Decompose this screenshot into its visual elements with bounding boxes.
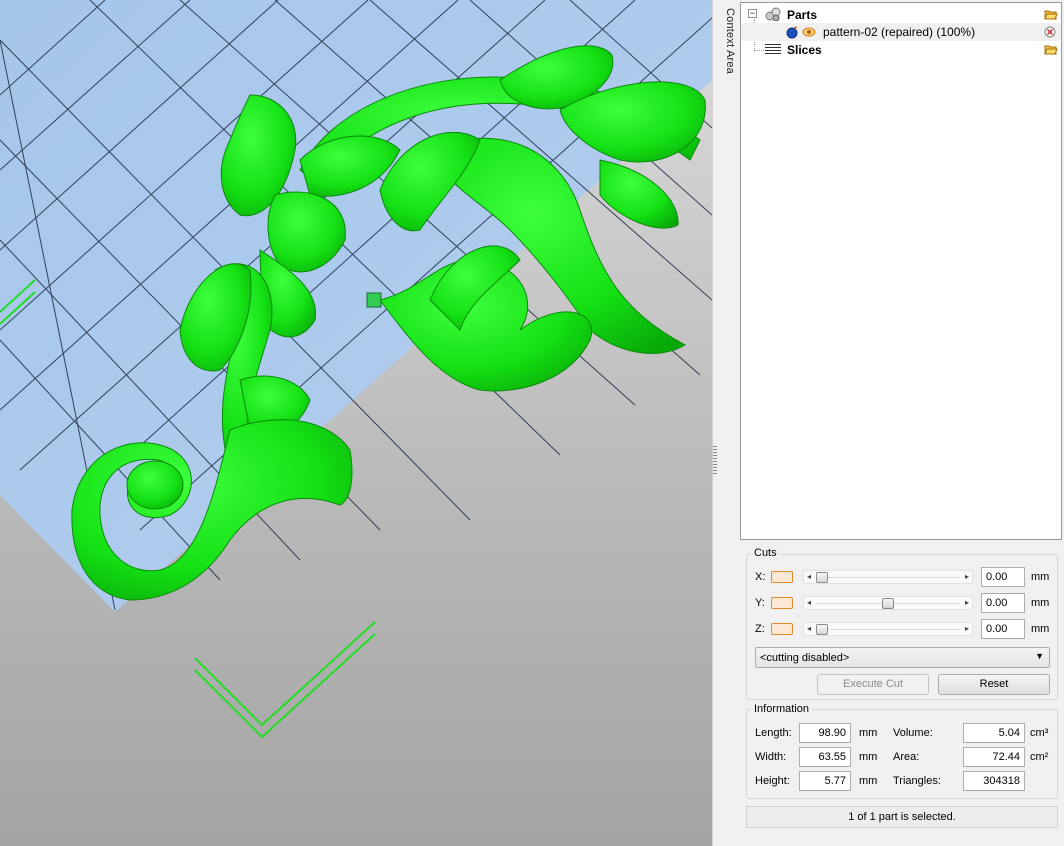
slices-icon — [765, 44, 781, 56]
parts-tree[interactable]: − Parts pattern-02 (repaired) (100%) Sli… — [740, 2, 1062, 540]
collapse-icon[interactable]: − — [748, 9, 757, 18]
slider-left-arrow-icon[interactable]: ◂ — [807, 624, 811, 633]
cut-z-input[interactable]: 0.00 — [981, 619, 1025, 639]
cut-x-label: X: — [755, 571, 766, 583]
volume-value[interactable]: 5.04 — [963, 723, 1025, 743]
parts-group-icon — [765, 7, 781, 22]
cut-z-slider-thumb[interactable] — [816, 624, 828, 635]
area-label: Area: — [893, 751, 920, 763]
execute-cut-button[interactable]: Execute Cut — [817, 674, 929, 695]
selection-status: 1 of 1 part is selected. — [746, 806, 1058, 828]
context-area-label[interactable]: Context Area — [716, 8, 736, 88]
chevron-down-icon[interactable]: ▼ — [1035, 651, 1044, 661]
width-label: Width: — [755, 751, 787, 763]
tree-row-parts[interactable]: − Parts — [741, 6, 1061, 24]
cut-x-color[interactable] — [771, 571, 793, 583]
tree-label-slices: Slices — [787, 43, 822, 57]
slider-left-arrow-icon[interactable]: ◂ — [807, 572, 811, 581]
width-unit: mm — [859, 751, 878, 763]
selection-handle[interactable] — [366, 292, 382, 308]
visibility-eye-icon[interactable] — [802, 26, 816, 38]
slider-left-arrow-icon[interactable]: ◂ — [807, 598, 811, 607]
cut-y-color[interactable] — [771, 597, 793, 609]
open-folder-icon[interactable] — [1044, 8, 1058, 20]
cut-z-unit: mm — [1031, 623, 1050, 635]
triangles-value[interactable]: 304318 — [963, 771, 1025, 791]
cut-z-label: Z: — [755, 623, 765, 635]
information-title: Information — [751, 703, 813, 715]
cut-y-label: Y: — [755, 597, 765, 609]
length-label: Length: — [755, 727, 792, 739]
height-value[interactable]: 5.77 — [799, 771, 851, 791]
tree-label-part: pattern-02 (repaired) (100%) — [823, 25, 976, 39]
cut-y-unit: mm — [1031, 597, 1050, 609]
cut-y-input[interactable]: 0.00 — [981, 593, 1025, 613]
cut-mode-value: <cutting disabled> — [760, 652, 850, 664]
height-unit: mm — [859, 775, 878, 787]
cuts-title: Cuts — [751, 547, 780, 559]
3d-viewport[interactable] — [0, 0, 712, 846]
cut-z-color[interactable] — [771, 623, 793, 635]
reset-button[interactable]: Reset — [938, 674, 1050, 695]
length-unit: mm — [859, 727, 878, 739]
slider-right-arrow-icon[interactable]: ▸ — [965, 572, 969, 581]
scene-canvas[interactable] — [0, 0, 712, 846]
tree-row-slices[interactable]: Slices — [741, 41, 1061, 59]
area-unit: cm² — [1030, 751, 1049, 763]
height-label: Height: — [755, 775, 790, 787]
cut-y-slider[interactable]: ◂ ▸ — [803, 596, 973, 610]
slider-right-arrow-icon[interactable]: ▸ — [965, 624, 969, 633]
cut-x-input[interactable]: 0.00 — [981, 567, 1025, 587]
part-color-icon — [785, 25, 799, 39]
cut-z-slider[interactable]: ◂ ▸ — [803, 622, 973, 636]
length-value[interactable]: 98.90 — [799, 723, 851, 743]
volume-label: Volume: — [893, 727, 933, 739]
cut-x-unit: mm — [1031, 571, 1050, 583]
tree-row-part[interactable]: pattern-02 (repaired) (100%) — [741, 23, 1061, 41]
tree-label-parts: Parts — [787, 8, 818, 22]
area-value[interactable]: 72.44 — [963, 747, 1025, 767]
cut-mode-select[interactable]: <cutting disabled> ▼ — [755, 647, 1050, 668]
triangles-label: Triangles: — [893, 775, 941, 787]
cut-y-slider-thumb[interactable] — [882, 598, 894, 609]
volume-unit: cm³ — [1030, 727, 1049, 739]
cut-x-slider[interactable]: ◂ ▸ — [803, 570, 973, 584]
splitter-grip[interactable] — [713, 446, 717, 476]
remove-part-icon[interactable] — [1044, 26, 1056, 38]
context-area-splitter[interactable] — [712, 0, 741, 846]
cut-x-slider-thumb[interactable] — [816, 572, 828, 583]
open-folder-icon[interactable] — [1044, 43, 1058, 55]
slider-right-arrow-icon[interactable]: ▸ — [965, 598, 969, 607]
width-value[interactable]: 63.55 — [799, 747, 851, 767]
